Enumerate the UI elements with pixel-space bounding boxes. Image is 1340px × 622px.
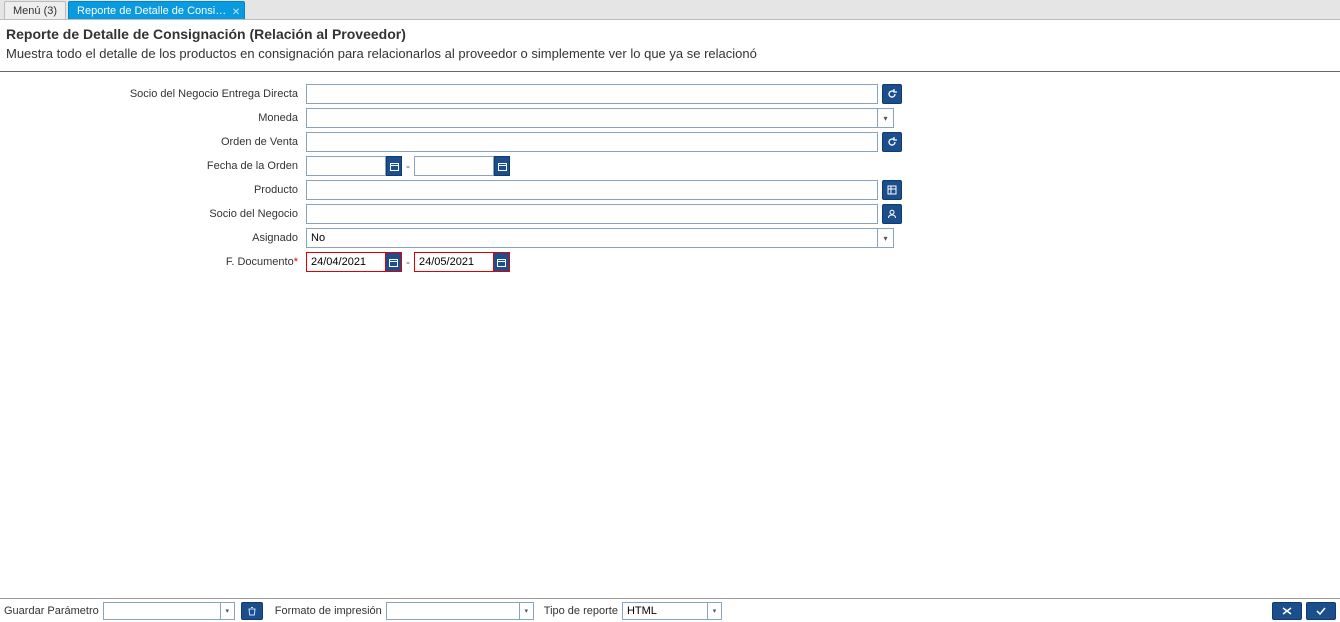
- input-moneda[interactable]: [306, 108, 878, 128]
- input-tipo-reporte[interactable]: [622, 602, 708, 620]
- input-socio-negocio[interactable]: [306, 204, 878, 224]
- requery-icon[interactable]: [882, 84, 902, 104]
- footer-bar: Guardar Parámetro ▾ Formato de impresión…: [0, 598, 1340, 622]
- input-producto[interactable]: [306, 180, 878, 200]
- label-socio-entrega: Socio del Negocio Entrega Directa: [6, 88, 306, 100]
- cancel-button[interactable]: [1272, 602, 1302, 620]
- tab-report[interactable]: Reporte de Detalle de Consi… ✕: [68, 1, 245, 19]
- calendar-icon[interactable]: [386, 156, 402, 176]
- calendar-icon[interactable]: [494, 156, 510, 176]
- label-producto: Producto: [6, 184, 306, 196]
- partner-lookup-icon[interactable]: [882, 204, 902, 224]
- required-mark: *: [294, 256, 298, 268]
- chevron-down-icon[interactable]: ▾: [878, 228, 894, 248]
- requery-icon[interactable]: [882, 132, 902, 152]
- close-icon[interactable]: ✕: [232, 4, 240, 22]
- label-tipo-reporte: Tipo de reporte: [544, 605, 618, 617]
- input-formato-impresion[interactable]: [386, 602, 520, 620]
- product-lookup-icon[interactable]: [882, 180, 902, 200]
- range-separator: -: [402, 159, 414, 173]
- chevron-down-icon[interactable]: ▾: [708, 602, 722, 620]
- label-guardar-parametro: Guardar Parámetro: [4, 605, 99, 617]
- label-socio-negocio: Socio del Negocio: [6, 208, 306, 220]
- page-description: Muestra todo el detalle de los productos…: [0, 44, 1340, 72]
- tab-bar: Menú (3) Reporte de Detalle de Consi… ✕: [0, 0, 1340, 20]
- input-fdocumento-to[interactable]: [414, 252, 494, 272]
- label-orden-venta: Orden de Venta: [6, 136, 306, 148]
- tab-menu[interactable]: Menú (3): [4, 1, 66, 19]
- input-fecha-orden-to[interactable]: [414, 156, 494, 176]
- chevron-down-icon[interactable]: ▾: [221, 602, 235, 620]
- input-socio-entrega[interactable]: [306, 84, 878, 104]
- input-asignado[interactable]: [306, 228, 878, 248]
- ok-button[interactable]: [1306, 602, 1336, 620]
- tab-report-label: Reporte de Detalle de Consi…: [77, 5, 226, 17]
- label-f-documento-text: F. Documento: [226, 256, 294, 268]
- page-title: Reporte de Detalle de Consignación (Rela…: [0, 20, 1340, 44]
- input-fdocumento-from[interactable]: [306, 252, 386, 272]
- tab-menu-label: Menú (3): [13, 5, 57, 17]
- label-fecha-orden: Fecha de la Orden: [6, 160, 306, 172]
- parameter-form: Socio del Negocio Entrega Directa Moneda…: [0, 72, 1340, 274]
- chevron-down-icon[interactable]: ▾: [878, 108, 894, 128]
- input-fecha-orden-from[interactable]: [306, 156, 386, 176]
- chevron-down-icon[interactable]: ▾: [520, 602, 534, 620]
- trash-icon[interactable]: [241, 602, 263, 620]
- input-guardar-parametro[interactable]: [103, 602, 221, 620]
- label-formato-impresion: Formato de impresión: [275, 605, 382, 617]
- label-moneda: Moneda: [6, 112, 306, 124]
- label-asignado: Asignado: [6, 232, 306, 244]
- close-icon: [1281, 606, 1293, 616]
- range-separator: -: [402, 255, 414, 269]
- input-orden-venta[interactable]: [306, 132, 878, 152]
- label-f-documento: F. Documento*: [6, 256, 306, 268]
- calendar-icon[interactable]: [386, 252, 402, 272]
- calendar-icon[interactable]: [494, 252, 510, 272]
- check-icon: [1315, 606, 1327, 616]
